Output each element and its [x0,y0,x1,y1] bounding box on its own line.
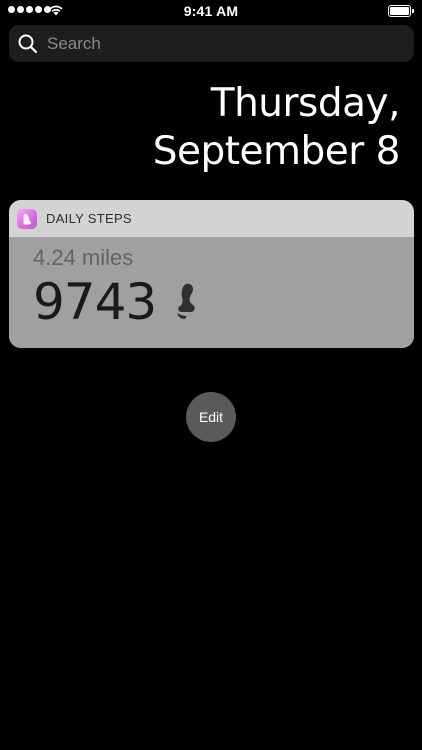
widget-title: DAILY STEPS [46,211,132,226]
status-time: 9:41 AM [183,3,239,19]
date-header: Thursday, September 8 [152,80,401,176]
battery-icon [388,5,414,17]
date-month-day: September 8 [152,129,401,174]
edit-button[interactable]: Edit [186,392,236,442]
notification-center-screen: 9:41 AM Thursday, September 8 DAILY STEP… [0,0,422,750]
step-count: 9743 [33,273,157,331]
widget-body: 4.24 miles 9743 [9,237,414,348]
search-bar[interactable] [9,25,414,62]
search-input[interactable] [47,25,414,62]
daily-steps-widget[interactable]: DAILY STEPS 4.24 miles 9743 [9,200,414,348]
widget-header[interactable]: DAILY STEPS [9,200,414,237]
foot-icon [23,213,31,224]
status-bar: 9:41 AM [0,0,422,22]
app-icon [17,208,37,229]
distance-value: 4.24 miles [33,245,134,270]
date-weekday: Thursday, [210,81,401,126]
foot-icon [177,283,195,319]
search-icon [18,34,38,53]
